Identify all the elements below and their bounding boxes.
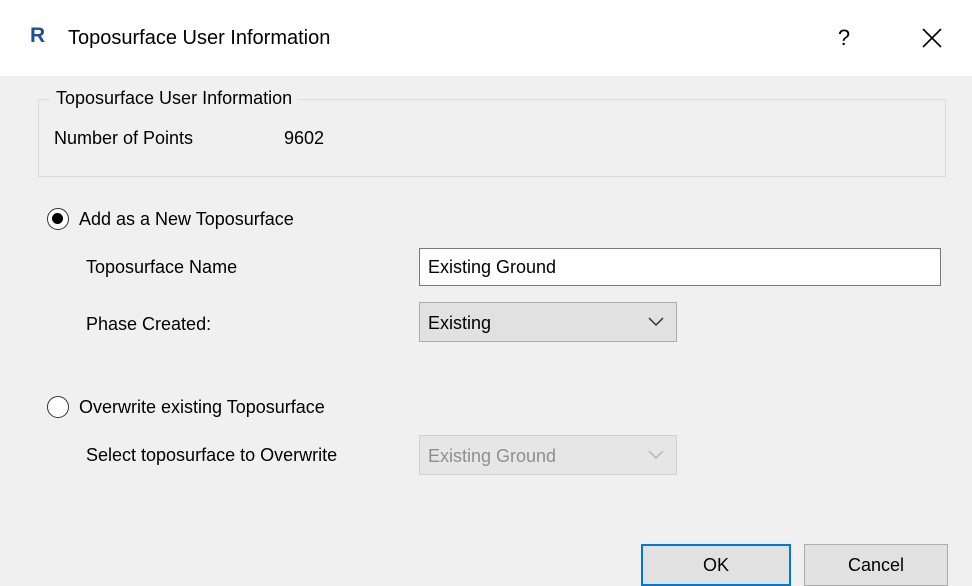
radio-selected-dot — [52, 213, 63, 224]
add-new-radio-label[interactable]: Add as a New Toposurface — [79, 208, 294, 230]
title-bar[interactable]: R Toposurface User Information ? — [0, 0, 972, 76]
revit-logo-icon: R — [30, 24, 46, 47]
toposurface-name-input[interactable] — [419, 248, 941, 286]
phase-created-select[interactable]: Existing — [419, 302, 677, 342]
phase-created-value: Existing — [428, 313, 492, 333]
close-icon — [922, 28, 942, 48]
cancel-button[interactable]: Cancel — [804, 544, 948, 586]
select-toposurface-label: Select toposurface to Overwrite — [86, 445, 338, 465]
overwrite-toposurface-value: Existing Ground — [428, 446, 557, 466]
chevron-down-icon — [648, 450, 664, 460]
chevron-down-icon — [648, 317, 664, 327]
dialog-title: Toposurface User Information — [68, 27, 331, 49]
number-of-points-label: Number of Points — [54, 128, 194, 148]
add-new-radio[interactable] — [47, 208, 69, 230]
ok-button[interactable]: OK — [641, 544, 791, 586]
toposurface-name-label: Toposurface Name — [86, 257, 238, 277]
number-of-points-value: 9602 — [284, 128, 325, 148]
close-button[interactable] — [910, 18, 954, 58]
overwrite-radio-label[interactable]: Overwrite existing Toposurface — [79, 396, 325, 418]
info-group-legend: Toposurface User Information — [50, 87, 299, 109]
overwrite-radio[interactable] — [47, 396, 69, 418]
toposurface-dialog: R Toposurface User Information ? Toposur… — [0, 0, 972, 586]
phase-created-label: Phase Created: — [86, 314, 212, 334]
overwrite-toposurface-select[interactable]: Existing Ground — [419, 435, 677, 475]
help-button[interactable]: ? — [828, 18, 860, 58]
